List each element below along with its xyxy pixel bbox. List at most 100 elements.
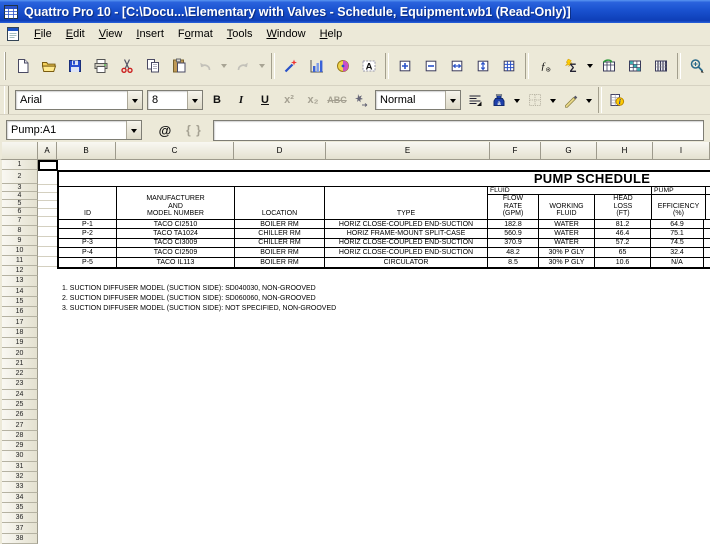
insert-symbol-button[interactable] xyxy=(350,89,372,111)
row-header-37[interactable]: 37 xyxy=(2,523,38,534)
cell-borders-dropdown-button[interactable] xyxy=(547,87,559,113)
selected-cell-a1[interactable] xyxy=(38,160,58,171)
row-header-24[interactable]: 24 xyxy=(2,389,38,400)
group-label-fluid[interactable]: FLUID xyxy=(488,187,651,195)
insert-sheet-button[interactable] xyxy=(496,53,522,79)
row-header-23[interactable]: 23 xyxy=(2,379,38,390)
column-header-D[interactable]: D xyxy=(234,142,326,160)
font-size-dropdown-button[interactable] xyxy=(187,91,202,109)
header-head-loss[interactable]: HEAD LOSS (FT) xyxy=(595,195,651,219)
cell-eff[interactable]: 64.9 xyxy=(651,220,704,229)
line-color-dropdown-button[interactable] xyxy=(583,87,595,113)
row-header-33[interactable]: 33 xyxy=(2,482,38,493)
column-header-G[interactable]: G xyxy=(541,142,597,160)
row-header-29[interactable]: 29 xyxy=(2,441,38,452)
row-header-3[interactable]: 3 xyxy=(2,184,38,192)
row-header-27[interactable]: 27 xyxy=(2,420,38,431)
cell-fluid[interactable]: WATER xyxy=(539,220,595,229)
chart-button[interactable] xyxy=(304,53,330,79)
row-header-35[interactable]: 35 xyxy=(2,502,38,514)
table-title-row[interactable]: PUMP SCHEDULE xyxy=(59,172,710,187)
group-mode-button[interactable] xyxy=(648,53,674,79)
quicksum-dropdown-button[interactable] xyxy=(584,53,596,79)
cell-type[interactable]: HORIZ CLOSE-COUPLED END-SUCTION xyxy=(325,238,488,248)
row-header-18[interactable]: 18 xyxy=(2,327,38,339)
cell-fluid[interactable]: WATER xyxy=(539,229,595,238)
cell-id[interactable]: P-2 xyxy=(59,229,117,238)
cell-fluid[interactable]: WATER xyxy=(539,238,595,248)
cell-flow[interactable]: 560.9 xyxy=(488,229,539,238)
cell-grid[interactable]: PUMP SCHEDULE ID MANUFACTURER AND MODEL NU… xyxy=(38,160,710,544)
header-location[interactable]: LOCATION xyxy=(235,187,325,219)
cell-model[interactable]: TACO TA1024 xyxy=(117,229,235,238)
menu-window[interactable]: Window xyxy=(259,25,312,43)
app-icon[interactable] xyxy=(3,4,19,20)
bold-button[interactable]: B xyxy=(206,89,228,111)
row-header-6[interactable]: 6 xyxy=(2,208,38,216)
menu-insert[interactable]: Insert xyxy=(129,25,171,43)
speedformat-button[interactable] xyxy=(596,53,622,79)
zoom-button[interactable] xyxy=(684,53,710,79)
fill-color-dropdown-button[interactable] xyxy=(511,87,523,113)
column-header-E[interactable]: E xyxy=(326,142,490,160)
column-header-I[interactable]: I xyxy=(653,142,710,160)
quickformat-button[interactable] xyxy=(278,53,304,79)
insert-columns-button[interactable] xyxy=(444,53,470,79)
italic-button[interactable]: I xyxy=(230,89,252,111)
cell-flow[interactable]: 370.9 xyxy=(488,238,539,248)
cell-model[interactable]: TACO IL113 xyxy=(117,257,235,267)
row-header-12[interactable]: 12 xyxy=(2,266,38,277)
cell-eff[interactable]: 74.5 xyxy=(651,238,704,248)
menu-file[interactable]: File xyxy=(27,25,59,43)
cell-location[interactable]: BOILER RM xyxy=(235,248,325,257)
cell-id[interactable]: P-3 xyxy=(59,238,117,248)
paste-button[interactable] xyxy=(166,53,192,79)
cell-type[interactable]: CIRCULATOR xyxy=(325,257,488,267)
font-family-select[interactable]: Arial xyxy=(15,90,143,110)
copy-button[interactable] xyxy=(140,53,166,79)
cell-location[interactable]: BOILER RM xyxy=(235,220,325,229)
quicksum-button[interactable]: Σ xyxy=(558,53,584,79)
row-header-36[interactable]: 36 xyxy=(2,513,38,524)
row-header-1[interactable]: 1 xyxy=(2,160,38,170)
insert-rows-button[interactable] xyxy=(470,53,496,79)
print-button[interactable] xyxy=(88,53,114,79)
format-as-table-button[interactable] xyxy=(622,53,648,79)
menu-edit[interactable]: Edit xyxy=(59,25,92,43)
sheet-properties-button[interactable]: i xyxy=(606,89,628,111)
column-header-A[interactable]: A xyxy=(38,142,57,160)
row-header-28[interactable]: 28 xyxy=(2,430,38,442)
row-header-9[interactable]: 9 xyxy=(2,236,38,246)
fill-color-button[interactable]: a xyxy=(488,89,510,111)
cell-model[interactable]: TACO CI2510 xyxy=(117,220,235,229)
header-type[interactable]: TYPE xyxy=(325,187,488,219)
clipart-button[interactable] xyxy=(330,53,356,79)
row-header-16[interactable]: 16 xyxy=(2,307,38,318)
style-select[interactable]: Normal xyxy=(375,90,461,110)
column-header-C[interactable]: C xyxy=(116,142,234,160)
alignment-button[interactable] xyxy=(464,89,486,111)
cell-model[interactable]: TACO CI2509 xyxy=(117,248,235,257)
row-header-31[interactable]: 31 xyxy=(2,461,38,472)
line-color-button[interactable] xyxy=(560,89,582,111)
row-header-22[interactable]: 22 xyxy=(2,368,38,380)
column-header-F[interactable]: F xyxy=(490,142,541,160)
header-manufacturer[interactable]: MANUFACTURER AND MODEL NUMBER xyxy=(117,187,235,219)
toolbar-grip[interactable] xyxy=(4,51,6,80)
menu-format[interactable]: Format xyxy=(171,25,220,43)
cell-type[interactable]: HORIZ FRAME-MOUNT SPLIT-CASE xyxy=(325,229,488,238)
row-header-34[interactable]: 34 xyxy=(2,492,38,503)
toolbar-grip[interactable] xyxy=(4,86,9,114)
delete-cells-button[interactable] xyxy=(418,53,444,79)
row-header-10[interactable]: 10 xyxy=(2,246,38,256)
cell-location[interactable]: CHILLER RM xyxy=(235,229,325,238)
column-header-H[interactable]: H xyxy=(597,142,653,160)
header-id[interactable]: ID xyxy=(59,187,117,219)
row-header-38[interactable]: 38 xyxy=(2,533,38,544)
style-dropdown-button[interactable] xyxy=(445,91,460,109)
font-size-select[interactable]: 8 xyxy=(147,90,203,110)
row-header-8[interactable]: 8 xyxy=(2,226,38,236)
cell-model[interactable]: TACO CI3009 xyxy=(117,238,235,248)
insert-cells-button[interactable] xyxy=(392,53,418,79)
row-header-2[interactable]: 2 xyxy=(2,170,38,184)
